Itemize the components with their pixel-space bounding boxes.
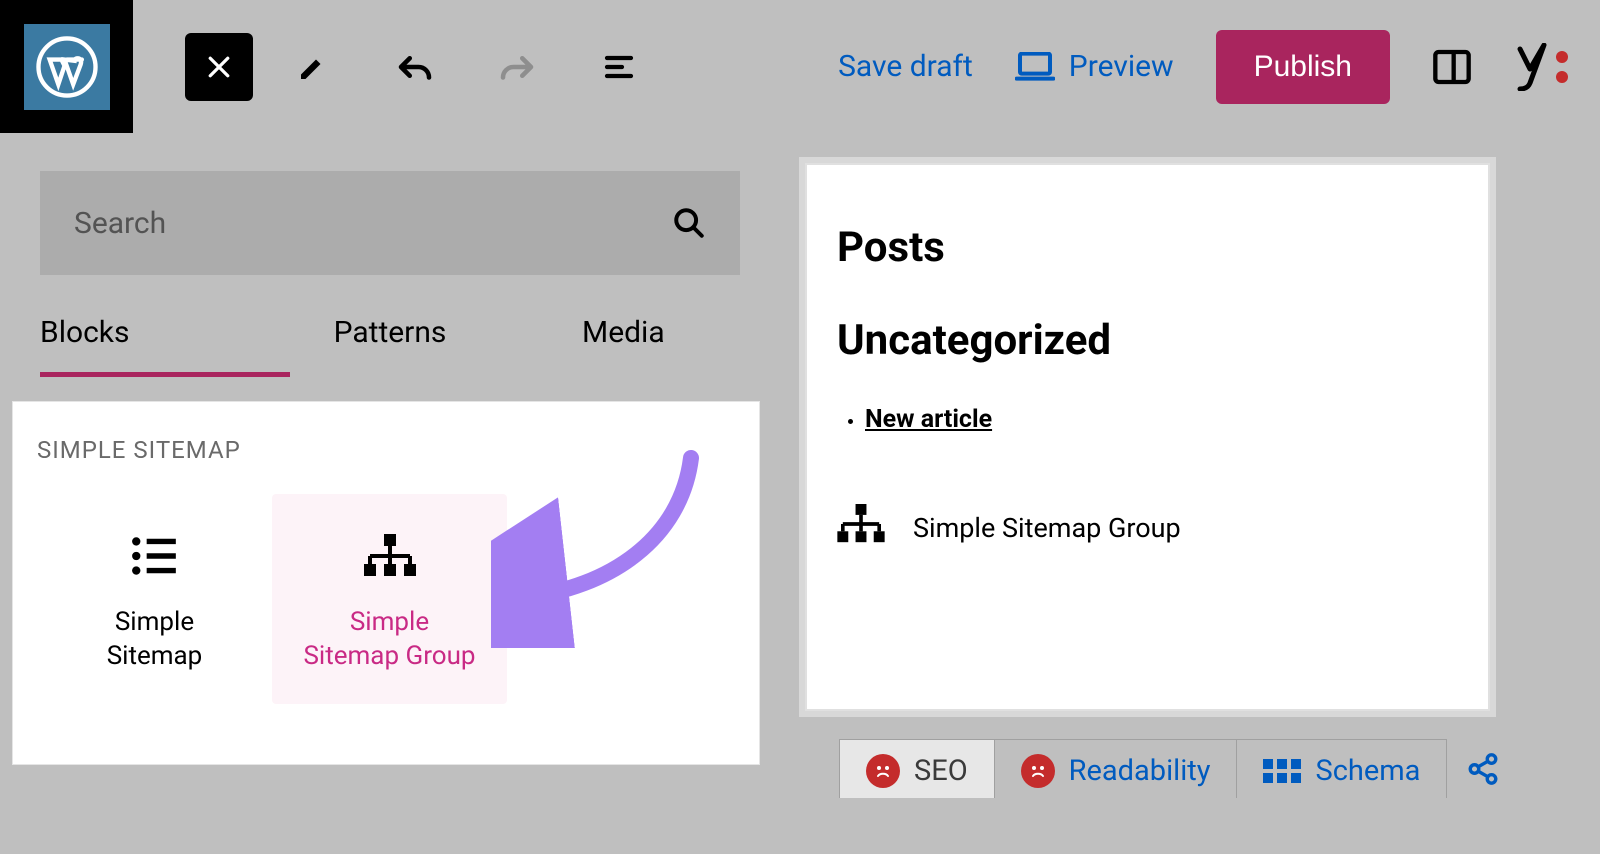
editor-main: Search Blocks Patterns Media SIMPLE SITE… bbox=[0, 133, 1600, 854]
block-placeholder-label: Simple Sitemap Group bbox=[913, 512, 1181, 544]
inserter-tabs: Blocks Patterns Media bbox=[40, 307, 740, 372]
yoast-schema-label: Schema bbox=[1315, 754, 1420, 788]
yoast-tab-social[interactable] bbox=[1466, 739, 1500, 798]
post-list: New article bbox=[837, 405, 1458, 434]
yoast-tabs: SEO Readability Schema bbox=[839, 739, 1500, 798]
posts-heading: Posts bbox=[837, 223, 1458, 272]
block-section-label: SIMPLE SITEMAP bbox=[37, 436, 735, 464]
block-simple-sitemap-group[interactable]: Simple Sitemap Group bbox=[272, 494, 507, 704]
close-inserter-button[interactable] bbox=[185, 33, 253, 101]
undo-button[interactable] bbox=[379, 31, 451, 103]
tab-media[interactable]: Media bbox=[507, 307, 740, 372]
yoast-seo-label: SEO bbox=[914, 754, 968, 788]
publish-button[interactable]: Publish bbox=[1216, 30, 1390, 104]
block-inserter-panel: Search Blocks Patterns Media SIMPLE SITE… bbox=[0, 133, 780, 854]
edit-tool-button[interactable] bbox=[277, 31, 349, 103]
active-tab-indicator bbox=[40, 372, 290, 377]
pencil-icon bbox=[295, 49, 331, 85]
redo-button[interactable] bbox=[481, 31, 553, 103]
sitemap-icon bbox=[282, 534, 497, 582]
editor-topbar: Save draft Preview Publish bbox=[0, 0, 1600, 133]
block-tile-label: Simple Sitemap bbox=[47, 606, 262, 674]
block-placeholder[interactable]: Simple Sitemap Group bbox=[837, 504, 1458, 551]
toolbar-right: Save draft Preview Publish bbox=[838, 30, 1570, 104]
tab-patterns[interactable]: Patterns bbox=[273, 307, 506, 372]
close-icon bbox=[204, 52, 234, 82]
sidebar-icon bbox=[1432, 47, 1472, 87]
category-heading: Uncategorized bbox=[837, 316, 1458, 365]
sad-face-icon bbox=[866, 754, 900, 788]
yoast-tab-seo[interactable]: SEO bbox=[839, 739, 995, 798]
grid-icon bbox=[1263, 759, 1301, 783]
share-icon bbox=[1466, 752, 1500, 786]
yoast-button[interactable] bbox=[1514, 43, 1570, 91]
tab-blocks[interactable]: Blocks bbox=[40, 307, 273, 372]
document-overview-button[interactable] bbox=[583, 31, 655, 103]
undo-icon bbox=[394, 46, 436, 88]
sad-face-icon bbox=[1021, 754, 1055, 788]
block-simple-sitemap[interactable]: Simple Sitemap bbox=[37, 494, 272, 704]
wordpress-logo-button[interactable] bbox=[0, 0, 133, 133]
redo-icon bbox=[496, 46, 538, 88]
list-icon bbox=[47, 534, 262, 582]
post-link[interactable]: New article bbox=[865, 405, 992, 434]
yoast-readability-label: Readability bbox=[1069, 754, 1211, 788]
search-icon bbox=[672, 206, 706, 240]
list-item: New article bbox=[865, 405, 1458, 434]
block-tiles-row: Simple Sitemap Simple Sitemap Group bbox=[37, 494, 735, 704]
search-placeholder: Search bbox=[74, 206, 166, 241]
toolbar-tools bbox=[277, 31, 655, 103]
yoast-tab-schema[interactable]: Schema bbox=[1236, 739, 1447, 798]
list-view-icon bbox=[601, 49, 637, 85]
editor-canvas[interactable]: Posts Uncategorized New article Simple S… bbox=[805, 163, 1490, 711]
save-draft-link[interactable]: Save draft bbox=[838, 49, 973, 84]
settings-panel-toggle[interactable] bbox=[1432, 47, 1472, 87]
preview-button[interactable]: Preview bbox=[1015, 49, 1174, 84]
laptop-icon bbox=[1015, 52, 1055, 82]
wordpress-logo-icon bbox=[24, 24, 110, 110]
block-results-panel: SIMPLE SITEMAP Simple Sitemap Simple Sit… bbox=[12, 401, 760, 765]
block-tile-label: Simple Sitemap Group bbox=[282, 606, 497, 674]
preview-label: Preview bbox=[1069, 49, 1174, 84]
sitemap-icon bbox=[837, 504, 885, 551]
yoast-tab-readability[interactable]: Readability bbox=[994, 739, 1238, 798]
yoast-icon bbox=[1514, 43, 1570, 91]
editor-canvas-wrap: Posts Uncategorized New article Simple S… bbox=[780, 133, 1600, 854]
block-search-input[interactable]: Search bbox=[40, 171, 740, 275]
